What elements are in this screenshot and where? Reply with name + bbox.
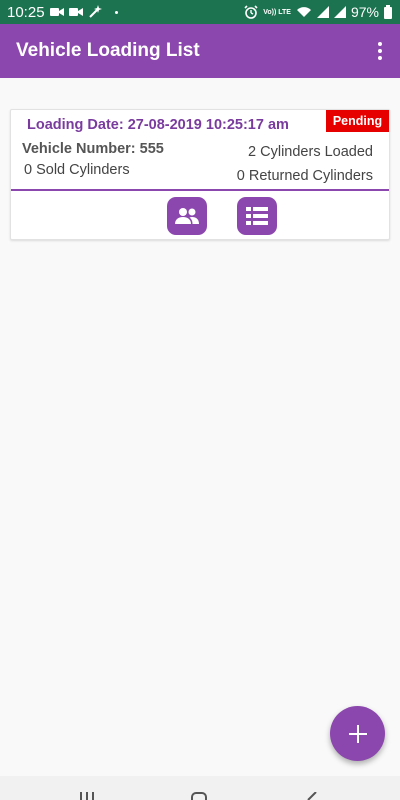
battery-percent: 97% [350, 4, 379, 20]
battery-icon [384, 5, 392, 19]
status-bar-left: 10:25 [7, 4, 118, 21]
list-icon [246, 207, 268, 225]
vehicle-number: Vehicle Number: 555 [22, 141, 164, 157]
add-button[interactable] [330, 706, 385, 761]
video-icon [49, 8, 64, 16]
sold-cylinders: 0 Sold Cylinders [24, 162, 130, 178]
loading-card[interactable]: Loading Date: 27-08-2019 10:25:17 am Pen… [10, 109, 390, 240]
people-icon [175, 208, 199, 224]
card-divider [11, 189, 389, 191]
back-icon[interactable] [306, 792, 318, 800]
add-icon [348, 724, 367, 743]
video-icon [68, 8, 83, 16]
signal-icon [333, 6, 346, 18]
customers-button[interactable] [167, 197, 207, 235]
page-title: Vehicle Loading List [16, 40, 200, 61]
more-vert-icon[interactable] [370, 39, 390, 63]
magic-wand-icon [88, 5, 102, 18]
loading-date: Loading Date: 27-08-2019 10:25:17 am [27, 117, 289, 133]
returned-cylinders: 0 Returned Cylinders [236, 168, 373, 184]
signal-icon [316, 6, 329, 18]
cylinders-loaded: 2 Cylinders Loaded [248, 144, 373, 160]
details-list-button[interactable] [237, 197, 277, 235]
status-bar-right: Vo)) LTE 97% [244, 4, 392, 20]
status-time: 10:25 [7, 3, 45, 21]
status-badge: Pending [326, 110, 389, 132]
network-label: Vo)) LTE [263, 8, 291, 16]
navigation-bar [0, 776, 400, 800]
wifi-icon [296, 7, 311, 17]
app-bar: Vehicle Loading List [0, 24, 400, 78]
home-icon[interactable] [191, 792, 207, 800]
alarm-icon [244, 5, 258, 19]
status-bar: 10:25 Vo)) LTE 97% [0, 0, 400, 24]
notification-dot [114, 10, 118, 14]
recents-icon[interactable] [80, 792, 94, 800]
